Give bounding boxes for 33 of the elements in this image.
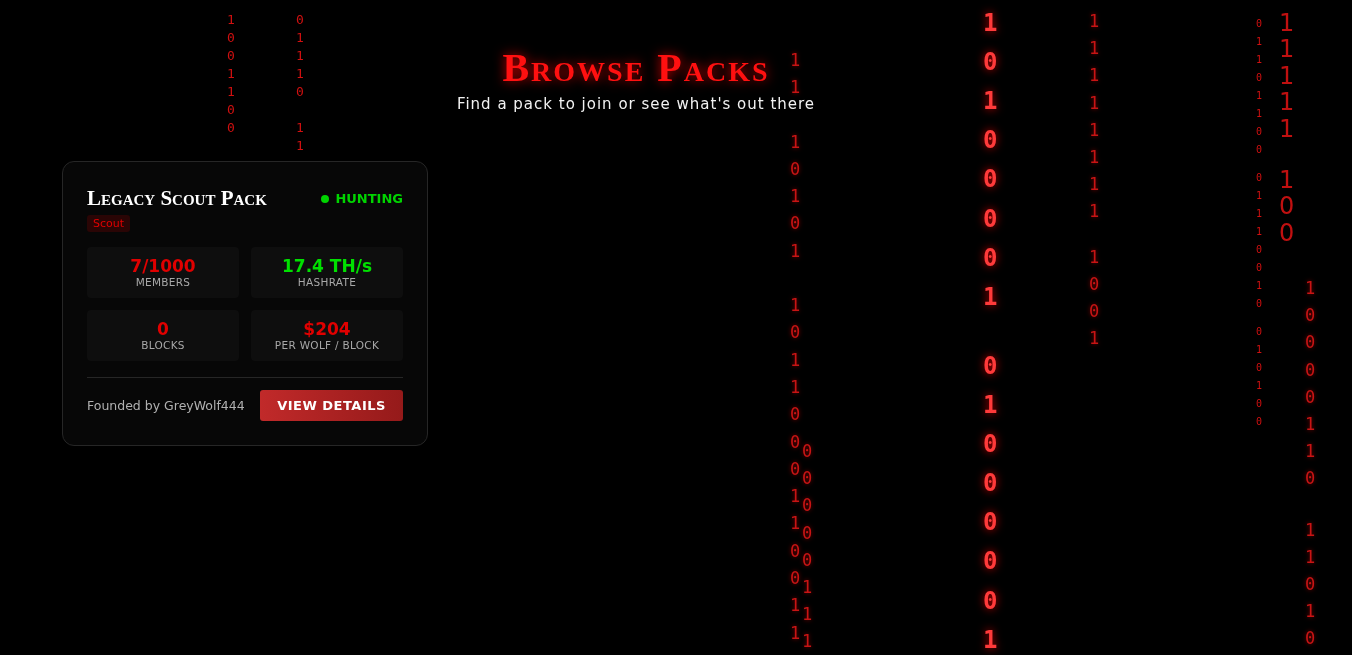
binary-digits: 01000001 xyxy=(983,350,998,655)
binary-digits: 1011000110011 xyxy=(790,294,801,645)
tier-tag: Scout xyxy=(87,215,131,232)
binary-digits: 01101100 xyxy=(1256,17,1262,157)
binary-digits: 010100 xyxy=(1256,325,1262,429)
stat-label: PER WOLF / BLOCK xyxy=(274,338,380,351)
page-title: Browse Packs xyxy=(502,44,770,91)
founder-text: Founded by GreyWolf444 xyxy=(87,398,245,413)
binary-digits: 11111 xyxy=(1279,10,1295,142)
binary-digits: 00000111 xyxy=(802,440,813,654)
binary-digits: 1001100 xyxy=(227,11,235,137)
binary-digits: 01110 xyxy=(296,11,304,101)
binary-digits: 11111111 xyxy=(1089,10,1100,224)
stat-value: 17.4 TH/s xyxy=(282,257,372,276)
page-subtitle: Find a pack to join or see what's out there xyxy=(456,95,816,113)
binary-digits: 10000110 xyxy=(1305,277,1316,491)
binary-digits: 11010 xyxy=(1305,518,1316,651)
view-details-button[interactable]: VIEW DETAILS xyxy=(260,390,403,421)
binary-digits: 11 xyxy=(790,49,801,98)
binary-digits: 10101 xyxy=(790,130,801,263)
stat-value: $204 xyxy=(303,320,351,339)
binary-digits: 1001 xyxy=(1089,245,1100,351)
stat-label: BLOCKS xyxy=(141,338,185,351)
stat-label: HASHRATE xyxy=(297,275,357,288)
stat-value: 0 xyxy=(157,320,169,339)
stat-label: MEMBERS xyxy=(135,275,191,288)
binary-digits: 10100001 xyxy=(983,8,998,313)
pack-name: Legacy Scout Pack xyxy=(87,186,267,211)
binary-digits: 100 xyxy=(1279,166,1295,247)
binary-digits: 11 xyxy=(296,119,304,155)
binary-digits: 01110010 xyxy=(1256,171,1262,311)
stat-value: 7/1000 xyxy=(130,257,196,276)
status-label: HUNTING xyxy=(335,191,403,206)
